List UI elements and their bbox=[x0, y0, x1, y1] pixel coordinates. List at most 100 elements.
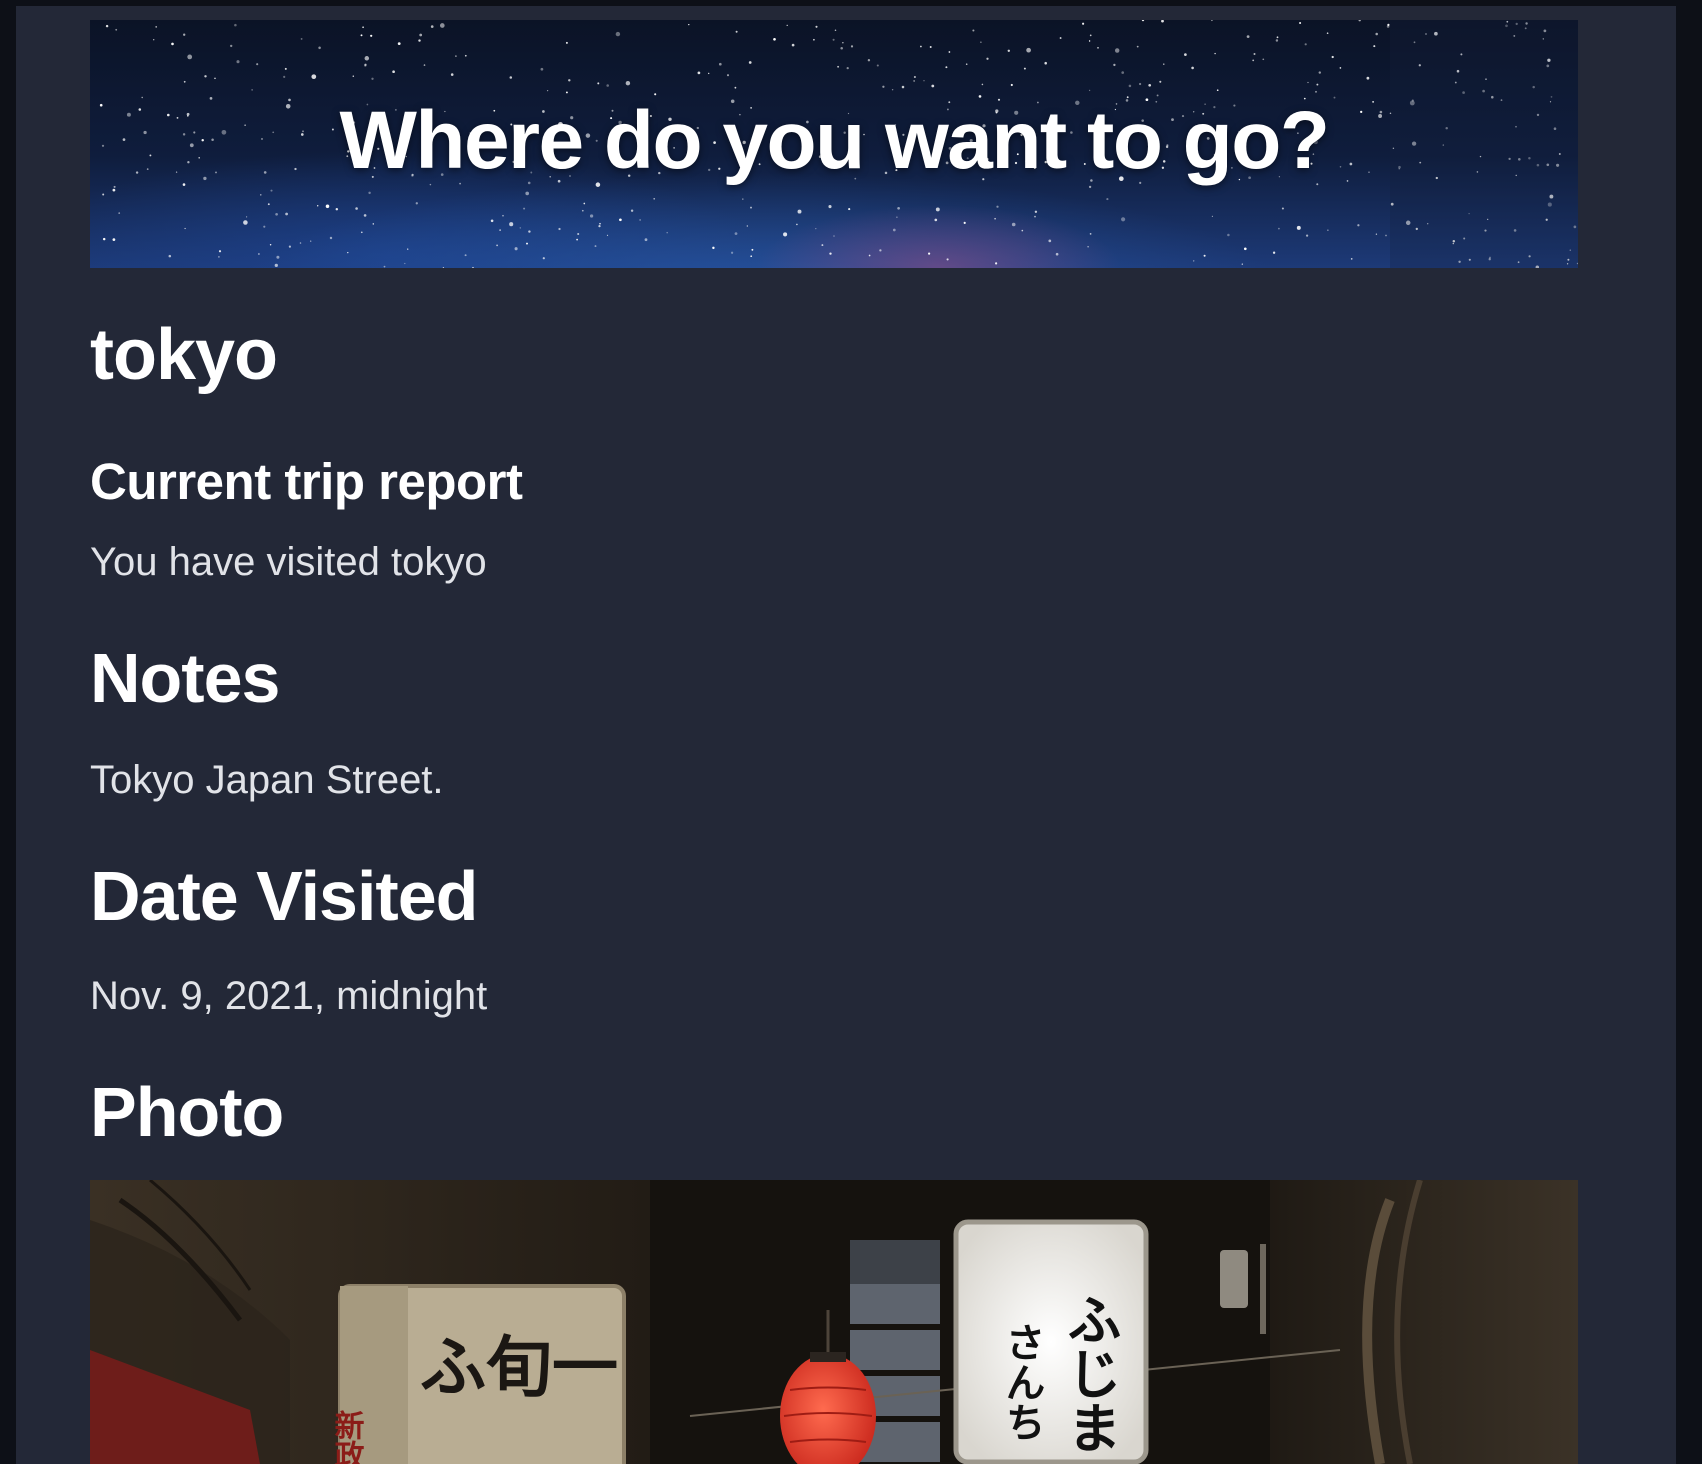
star bbox=[619, 218, 622, 222]
star bbox=[270, 189, 273, 192]
star bbox=[797, 209, 802, 214]
star bbox=[153, 39, 155, 41]
star bbox=[965, 63, 968, 65]
star bbox=[1307, 81, 1309, 84]
star bbox=[329, 236, 333, 240]
star bbox=[815, 25, 818, 28]
star bbox=[183, 33, 186, 36]
star bbox=[1281, 207, 1284, 210]
star bbox=[972, 29, 975, 32]
star bbox=[1211, 20, 1213, 22]
star bbox=[1034, 210, 1038, 213]
star bbox=[284, 67, 287, 70]
star bbox=[1357, 224, 1360, 227]
star bbox=[1026, 47, 1031, 53]
star bbox=[419, 33, 423, 37]
star bbox=[742, 198, 744, 200]
star bbox=[360, 34, 363, 37]
star bbox=[546, 89, 549, 92]
star bbox=[540, 67, 544, 71]
star bbox=[1141, 20, 1145, 22]
star bbox=[352, 75, 355, 77]
star bbox=[1241, 263, 1243, 265]
star bbox=[415, 202, 418, 205]
star bbox=[310, 240, 312, 242]
star bbox=[1299, 21, 1302, 25]
star bbox=[490, 219, 494, 223]
star bbox=[525, 191, 530, 196]
star bbox=[850, 45, 854, 48]
star bbox=[1373, 45, 1376, 48]
star bbox=[1159, 80, 1162, 83]
star bbox=[931, 84, 935, 88]
star bbox=[735, 30, 738, 33]
star bbox=[892, 228, 896, 232]
star bbox=[1193, 260, 1195, 262]
star bbox=[363, 214, 367, 217]
star bbox=[171, 42, 174, 46]
star bbox=[112, 188, 116, 192]
star bbox=[598, 225, 601, 228]
star bbox=[599, 222, 601, 225]
star bbox=[1089, 34, 1092, 37]
star bbox=[913, 80, 915, 82]
star bbox=[1275, 39, 1279, 42]
star bbox=[1148, 83, 1152, 87]
star bbox=[418, 39, 421, 42]
star bbox=[1010, 83, 1013, 87]
star bbox=[1253, 53, 1256, 55]
star bbox=[929, 46, 932, 48]
star bbox=[1138, 82, 1142, 86]
star bbox=[748, 61, 752, 64]
star bbox=[773, 37, 776, 41]
star bbox=[251, 89, 253, 91]
star bbox=[267, 203, 270, 206]
star bbox=[184, 227, 186, 230]
star bbox=[712, 246, 715, 250]
star bbox=[1088, 40, 1091, 42]
star bbox=[1316, 83, 1319, 86]
star bbox=[1021, 229, 1024, 232]
star bbox=[1059, 37, 1062, 39]
star bbox=[1246, 35, 1250, 38]
star bbox=[565, 91, 568, 94]
star bbox=[848, 208, 851, 211]
star bbox=[1044, 61, 1047, 65]
star bbox=[318, 46, 321, 50]
star bbox=[360, 231, 363, 234]
star bbox=[1191, 66, 1194, 70]
star bbox=[1327, 229, 1329, 231]
star bbox=[1252, 59, 1255, 62]
star bbox=[935, 207, 940, 212]
star bbox=[1121, 217, 1126, 222]
star bbox=[568, 79, 571, 82]
star bbox=[442, 267, 445, 268]
star bbox=[920, 45, 922, 48]
star bbox=[118, 212, 121, 214]
star bbox=[383, 265, 386, 268]
star bbox=[1088, 89, 1091, 92]
star bbox=[214, 77, 216, 80]
star bbox=[891, 88, 894, 91]
right-shop-sign: ふじま さんち bbox=[953, 1219, 1149, 1464]
star bbox=[1243, 247, 1247, 251]
star bbox=[726, 74, 730, 77]
star bbox=[1278, 227, 1280, 230]
star bbox=[577, 232, 580, 236]
star bbox=[439, 23, 445, 28]
star bbox=[528, 230, 531, 233]
star bbox=[597, 82, 600, 85]
date-visited-heading: Date Visited bbox=[90, 857, 478, 935]
right-sign-text-main: ふじま bbox=[1058, 1292, 1122, 1454]
star bbox=[509, 222, 514, 227]
street-photo-image: ふ旬一 新政 ふじま さんち bbox=[90, 1180, 1578, 1464]
star bbox=[263, 225, 266, 228]
star bbox=[589, 214, 594, 218]
hero-banner: Where do you want to go? bbox=[90, 20, 1578, 268]
star bbox=[1227, 233, 1230, 237]
star bbox=[450, 73, 454, 76]
star bbox=[1326, 32, 1329, 35]
star bbox=[236, 60, 240, 64]
star bbox=[1304, 43, 1307, 46]
star bbox=[606, 84, 609, 87]
